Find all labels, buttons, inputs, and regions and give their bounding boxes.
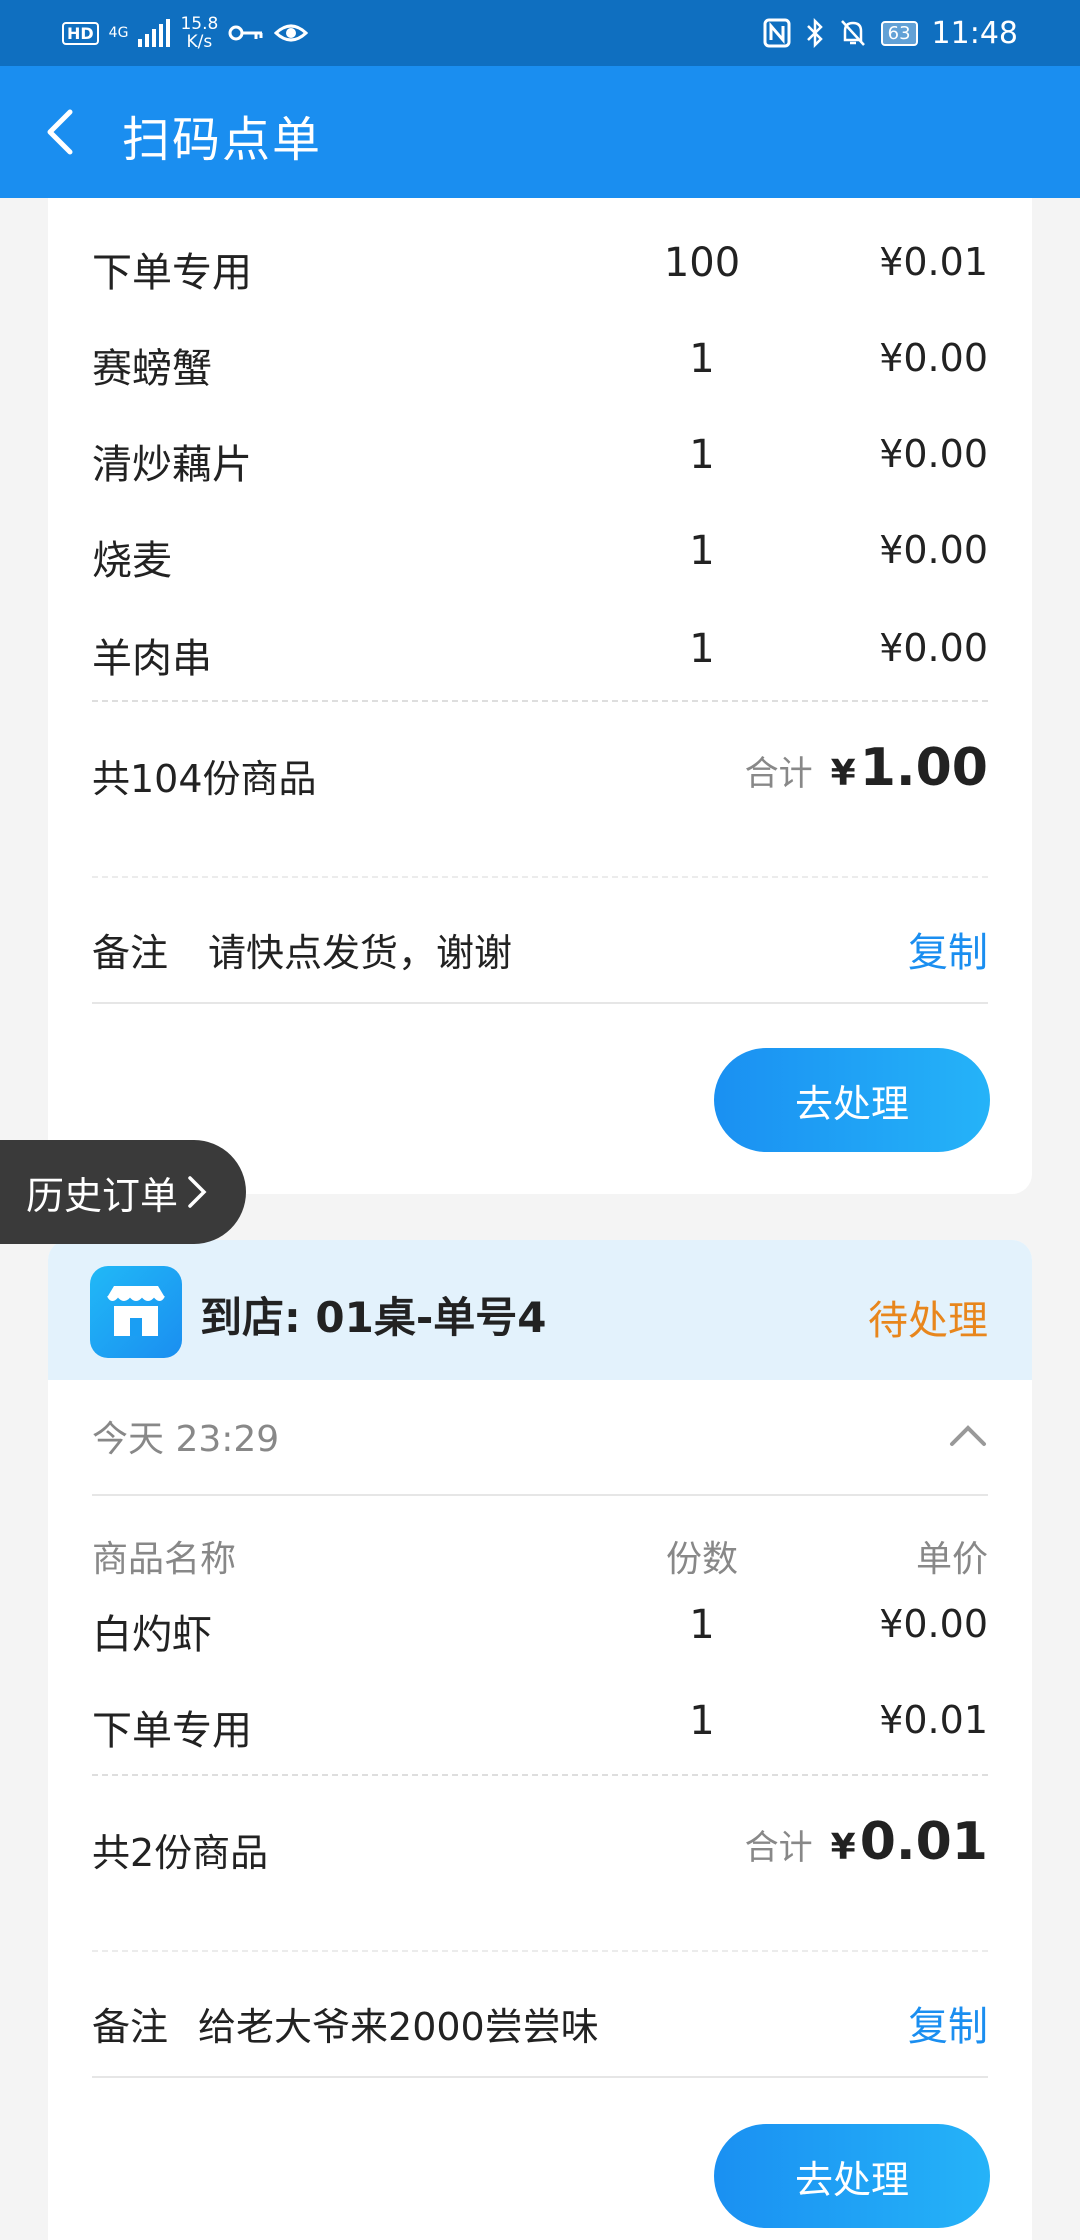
divider (92, 876, 988, 878)
item-qty: 1 (689, 528, 715, 574)
remark-label: 备注 (92, 2005, 169, 2049)
item-name: 白灼虾 (92, 1612, 212, 1658)
item-price: ¥0.01 (879, 240, 988, 284)
order-total: 合计 ¥ 0.01 (745, 1812, 988, 1872)
nfc-icon (763, 18, 791, 48)
app-header: 扫码点单 (0, 66, 1080, 198)
order-header: 到店: 01桌-单号4 待处理 (48, 1240, 1032, 1380)
item-price: ¥0.00 (879, 1602, 988, 1646)
column-header-price: 单价 (915, 1539, 988, 1580)
divider (92, 1494, 988, 1496)
item-price: ¥0.00 (879, 432, 988, 476)
status-badge: 待处理 (868, 1298, 988, 1344)
remark-text: 请快点发货，谢谢 (208, 931, 513, 975)
order-title: 到店: 01桌-单号4 (200, 1293, 547, 1342)
divider (92, 700, 988, 702)
column-header-name: 商品名称 (92, 1539, 237, 1580)
order-item-row: 赛螃蟹 1 ¥0.00 (92, 336, 988, 396)
item-name: 下单专用 (92, 1708, 252, 1754)
process-button[interactable]: 去处理 (714, 2124, 990, 2228)
history-label: 历史订单 (26, 1173, 179, 1218)
item-name: 烧麦 (92, 538, 172, 584)
order-card-2: 到店: 01桌-单号4 待处理 今天 23:29 商品名称 份数 单价 白灼虾 … (48, 1240, 1032, 2240)
status-left: HD 4G 15.8 K/s (62, 10, 309, 56)
divider (92, 2076, 988, 2078)
order-item-row: 白灼虾 1 ¥0.00 (92, 1602, 988, 1662)
back-arrow-icon[interactable] (40, 106, 90, 158)
order-item-row: 清炒藕片 1 ¥0.00 (92, 432, 988, 492)
eye-icon (274, 24, 309, 42)
order-remark: 备注 给老大爷来2000尝尝味 (92, 1996, 599, 2051)
divider (92, 1002, 988, 1004)
total-amount: 0.01 (859, 1812, 988, 1872)
process-button[interactable]: 去处理 (714, 1048, 990, 1152)
copy-button[interactable]: 复制 (908, 920, 988, 978)
item-price: ¥0.00 (879, 528, 988, 572)
hd-icon: HD (62, 21, 99, 45)
currency-symbol: ¥ (830, 753, 856, 794)
order-remark: 备注 请快点发货，谢谢 (92, 922, 512, 977)
total-label: 合计 (744, 1828, 813, 1868)
total-amount: 1.00 (859, 738, 988, 798)
item-qty: 100 (663, 240, 741, 286)
item-qty: 1 (689, 336, 715, 382)
table-header: 商品名称 份数 单价 (92, 1530, 988, 1580)
order-item-row: 下单专用 100 ¥0.01 (92, 240, 988, 300)
battery-icon: 63 (880, 20, 918, 46)
mute-bell-icon (840, 20, 865, 46)
order-item-row: 下单专用 1 ¥0.01 (92, 1698, 988, 1758)
total-label: 合计 (744, 754, 813, 794)
divider (92, 1950, 988, 1952)
item-price: ¥0.01 (879, 1698, 988, 1742)
column-header-qty: 份数 (665, 1539, 738, 1580)
order-total: 合计 ¥ 1.00 (745, 738, 988, 798)
order-item-row: 羊肉串 1 ¥0.00 (92, 626, 988, 686)
item-price: ¥0.00 (879, 336, 988, 380)
chevron-up-icon[interactable] (948, 1422, 988, 1448)
divider (92, 1774, 988, 1776)
item-count: 共104份商品 (92, 757, 317, 801)
item-qty: 1 (689, 1602, 715, 1648)
status-right: 63 11:48 (763, 10, 1018, 56)
clock: 11:48 (931, 15, 1018, 51)
store-glyph-icon (107, 1286, 165, 1336)
item-name: 赛螃蟹 (92, 346, 212, 392)
item-qty: 1 (689, 432, 715, 478)
item-count: 共2份商品 (92, 1831, 269, 1875)
order-card-1: 下单专用 100 ¥0.01 赛螃蟹 1 ¥0.00 清炒藕片 1 ¥0.00 … (48, 198, 1032, 1194)
item-name: 清炒藕片 (92, 442, 252, 488)
status-bar: HD 4G 15.8 K/s 63 11:48 (0, 0, 1080, 66)
item-price: ¥0.00 (879, 626, 988, 670)
page-title: 扫码点单 (122, 112, 323, 168)
network-speed: 15.8 K/s (180, 14, 219, 52)
item-name: 羊肉串 (92, 636, 212, 682)
item-qty: 1 (689, 1698, 715, 1744)
signal-bars-icon (138, 19, 171, 47)
copy-button[interactable]: 复制 (908, 1994, 988, 2052)
store-icon (90, 1266, 182, 1358)
item-name: 下单专用 (92, 250, 252, 296)
signal-type: 4G (108, 25, 129, 41)
key-icon (228, 25, 263, 41)
bluetooth-icon (806, 18, 823, 48)
order-time: 今天 23:29 (92, 1419, 280, 1460)
item-qty: 1 (689, 626, 715, 672)
remark-label: 备注 (92, 931, 169, 975)
remark-text: 给老大爷来2000尝尝味 (198, 2005, 599, 2049)
currency-symbol: ¥ (830, 1827, 856, 1868)
order-item-row: 烧麦 1 ¥0.00 (92, 528, 988, 588)
chevron-right-icon (188, 1176, 207, 1208)
history-orders-button[interactable]: 历史订单 (0, 1140, 246, 1244)
